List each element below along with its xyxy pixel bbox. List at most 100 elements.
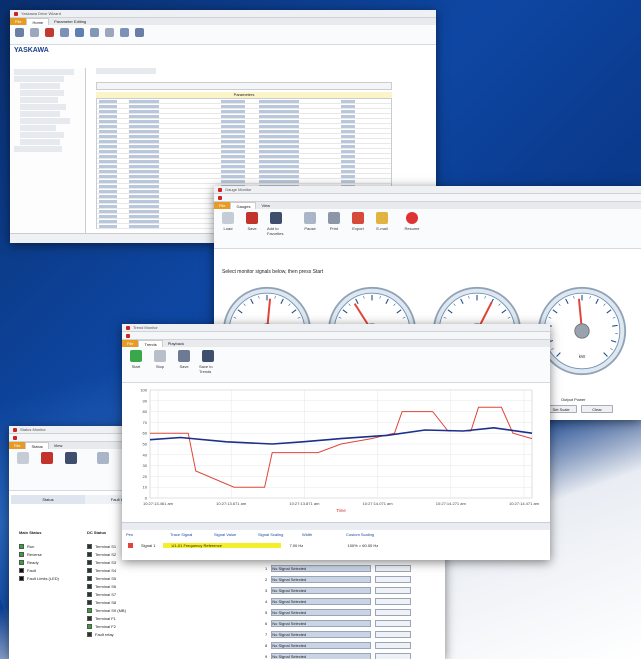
print-icon[interactable]	[105, 28, 114, 37]
favorites-button[interactable]	[62, 452, 80, 487]
chart-scrollbar[interactable]	[122, 522, 550, 530]
signal-value-box	[375, 575, 412, 583]
signal-name: Signal 1	[141, 543, 156, 548]
tab-status[interactable]: Status	[25, 442, 49, 449]
trend-row-1[interactable]: Signal 1 U1-01 Frequency Reference 7.00 …	[122, 541, 550, 550]
x-tick-label: 10:27:14.071 am	[363, 501, 394, 506]
save-button[interactable]	[38, 452, 56, 487]
add-favorites-button[interactable]: Add to Favorites	[267, 212, 285, 245]
email-button[interactable]: E-mail	[373, 212, 391, 245]
tab-status-sub[interactable]: Status	[11, 495, 85, 504]
column-header: Trace Signal	[170, 532, 193, 537]
trend-chart[interactable]: 100908070605040302010010:27:13.461 am 10:…	[122, 386, 550, 520]
favorites-icon	[65, 452, 77, 464]
tab-home[interactable]: Home	[26, 18, 50, 25]
gauge-label: Output Power	[561, 397, 586, 402]
tab-file[interactable]: File	[9, 442, 26, 449]
trend-icon[interactable]	[90, 28, 99, 37]
column-header: Width	[302, 532, 313, 537]
tab-file[interactable]: File	[122, 340, 139, 347]
tab-playback[interactable]: Playback	[163, 340, 189, 347]
terminal-led	[87, 583, 92, 589]
save-icon[interactable]	[45, 28, 54, 37]
magnify-icon	[304, 212, 316, 224]
signal-row[interactable]: 9 No Signal Selected	[265, 652, 445, 659]
terminal-label: Terminal S5	[95, 575, 117, 581]
pen-color[interactable]	[128, 543, 133, 548]
y-tick-label: 60	[143, 431, 148, 436]
stop-icon	[406, 212, 418, 224]
clear-button[interactable]: Clear	[581, 405, 613, 413]
tab-parameter-editing[interactable]: Parameter Editing	[49, 18, 91, 25]
load-button[interactable]	[14, 452, 32, 487]
y-tick-label: 10	[143, 485, 148, 490]
stop-button[interactable]: Stop	[151, 350, 169, 379]
tab-gauges[interactable]: Gauges	[230, 202, 257, 209]
signal-row[interactable]: 6 No Signal Selected	[265, 619, 445, 627]
signal-row[interactable]: 3 No Signal Selected	[265, 586, 445, 594]
tab-file[interactable]: File	[214, 202, 231, 209]
quick-access	[214, 194, 641, 202]
tab-view[interactable]: View	[256, 202, 275, 209]
connect-icon[interactable]	[15, 28, 24, 37]
terminal-item: Terminal S3	[87, 558, 126, 566]
signal-select[interactable]: No Signal Selected	[271, 586, 372, 594]
signal-select[interactable]: No Signal Selected	[271, 641, 372, 649]
signal-select[interactable]: No Signal Selected	[271, 608, 372, 616]
column-header: Pen	[126, 532, 134, 537]
trend-monitor-window: Trend Monitor File Trends Playback Start…	[122, 324, 550, 560]
tools-icon[interactable]	[120, 28, 129, 37]
help-icon[interactable]	[135, 28, 144, 37]
trace-signal-select[interactable]: U1-01 Frequency Reference	[163, 543, 282, 548]
signal-row[interactable]: 2 No Signal Selected	[265, 575, 445, 583]
magnify-icon	[97, 452, 109, 464]
pause-button[interactable]: Pause	[301, 212, 319, 245]
monitor-icon[interactable]	[75, 28, 84, 37]
row-number: 4	[265, 598, 268, 604]
play-icon	[130, 350, 142, 362]
signal-select[interactable]: No Signal Selected	[271, 630, 372, 638]
resume-button[interactable]: Resume	[403, 212, 421, 245]
trend-table-header: Pen Trace Signal Signal Value Signal Scalin…	[122, 532, 550, 540]
terminal-item: Terminal F1	[87, 614, 126, 622]
terminal-led	[87, 615, 92, 621]
terminal-label: Terminal F2	[95, 623, 116, 629]
signal-row[interactable]: 7 No Signal Selected	[265, 630, 445, 638]
signal-select[interactable]: No Signal Selected	[271, 575, 372, 583]
status-led	[19, 559, 24, 565]
signal-row[interactable]: 4 No Signal Selected	[265, 597, 445, 605]
terminal-item: Terminal S9 (MB)	[87, 606, 126, 614]
save-button[interactable]: Save	[243, 212, 261, 245]
start-button[interactable]: Start	[127, 350, 145, 379]
main-status-list: Run Reverse Ready Fault Fault Limits (LED)	[19, 542, 59, 582]
signal-row[interactable]: 1 No Signal Selected	[265, 564, 445, 572]
status-led	[19, 543, 24, 549]
ribbon: Start Stop Save Save to Trends	[122, 347, 550, 383]
tab-view[interactable]: View	[49, 442, 68, 449]
tab-file[interactable]: File	[10, 18, 27, 25]
title-bar: Gauge Monitor	[214, 186, 641, 194]
load-button[interactable]: Load	[219, 212, 237, 245]
signal-value-box	[375, 619, 412, 627]
signal-select[interactable]: No Signal Selected	[271, 619, 372, 627]
signal-value-box	[375, 641, 412, 649]
open-icon[interactable]	[30, 28, 39, 37]
title-bar: Yaskawa Drive Wizard	[10, 10, 436, 18]
save-to-trends-button[interactable]: Save to Trends	[199, 350, 217, 379]
terminal-label: Terminal F1	[95, 615, 116, 621]
terminal-led	[87, 551, 92, 557]
y-tick-label: 80	[143, 409, 148, 414]
pause-button[interactable]	[94, 452, 112, 487]
save-button[interactable]: Save	[175, 350, 193, 379]
signal-select[interactable]: No Signal Selected	[271, 564, 372, 572]
search-bar[interactable]	[96, 68, 156, 74]
signal-row[interactable]: 8 No Signal Selected	[265, 641, 445, 649]
signal-select[interactable]: No Signal Selected	[271, 597, 372, 605]
tab-trends[interactable]: Trends	[138, 340, 163, 347]
export-button[interactable]: Export	[349, 212, 367, 245]
compare-icon[interactable]	[60, 28, 69, 37]
terminal-item: Terminal S5	[87, 574, 126, 582]
signal-select[interactable]: No Signal Selected	[271, 652, 372, 659]
signal-row[interactable]: 5 No Signal Selected	[265, 608, 445, 616]
print-button[interactable]: Print	[325, 212, 343, 245]
